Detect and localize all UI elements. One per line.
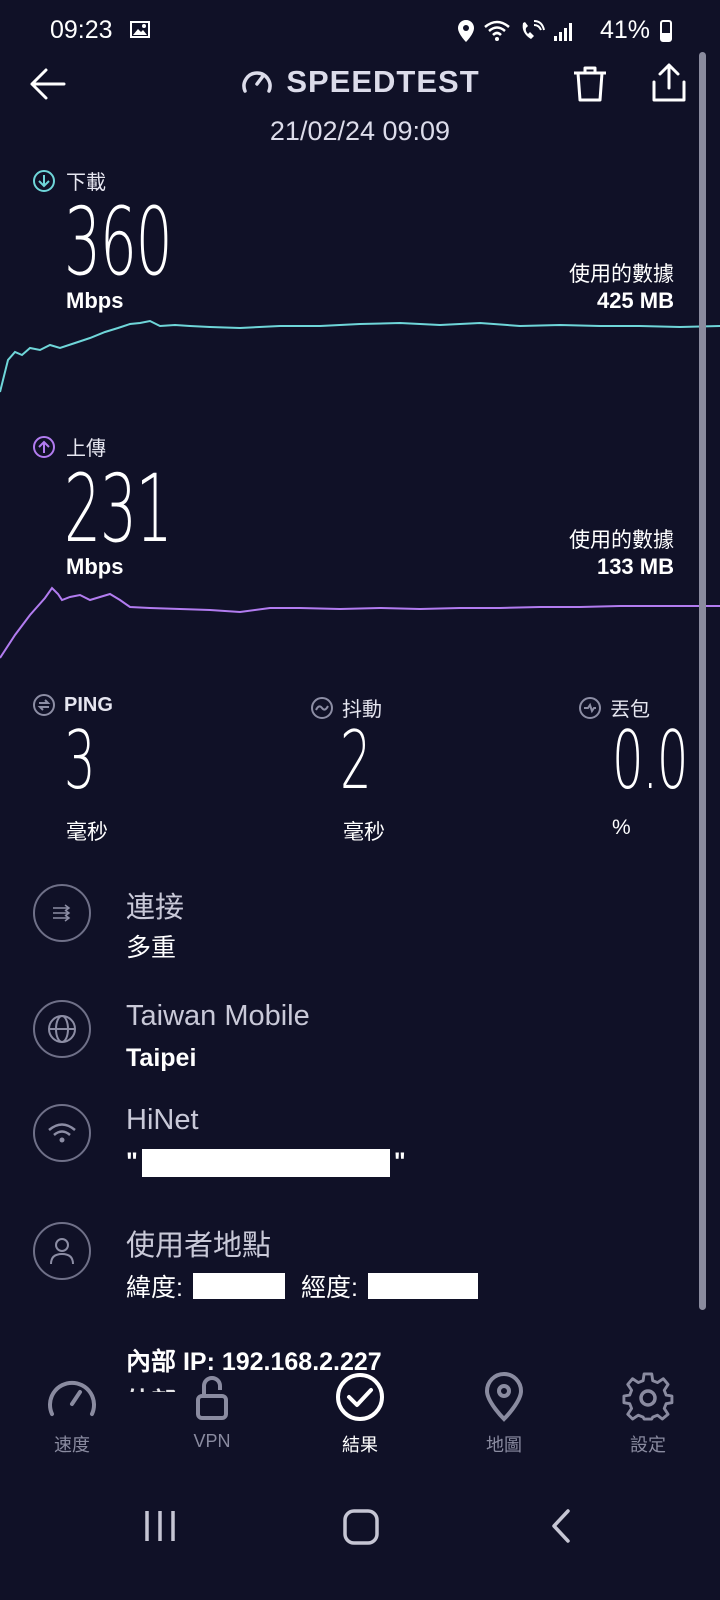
upload-speed-value: 231: [64, 455, 173, 564]
home-button[interactable]: [342, 1508, 380, 1546]
nav-speed[interactable]: 速度: [12, 1372, 132, 1457]
nav-speed-label: 速度: [54, 1435, 90, 1455]
jitter-unit: 毫秒: [343, 821, 385, 844]
download-arrow-icon: [33, 169, 55, 192]
wifi-calling-icon: [522, 20, 545, 39]
packet-loss-icon: [579, 696, 601, 719]
download-graph: [0, 319, 720, 393]
battery-percent: 41%: [599, 16, 650, 44]
wifi-icon: [33, 1104, 91, 1162]
speedtest-logo-icon: [242, 71, 273, 93]
upload-data-label: 使用的數據: [569, 529, 674, 552]
test-datetime: 21/02/24 09:09: [269, 116, 451, 146]
jitter-value: 2: [340, 714, 372, 807]
upload-data-value: 133 MB: [596, 554, 674, 579]
system-back-button[interactable]: [548, 1508, 574, 1544]
ping-icon: [33, 694, 55, 716]
globe-icon[interactable]: [33, 1000, 91, 1058]
loss-value: 0.0: [612, 714, 688, 807]
download-data-label: 使用的數據: [569, 263, 674, 286]
nav-vpn-label: VPN: [193, 1431, 231, 1451]
location-icon: [458, 20, 474, 42]
check-circle-icon: [336, 1373, 384, 1421]
wifi-signal-icon: [484, 20, 510, 41]
app-title: SPEEDTEST: [0, 64, 720, 107]
user-coordinates: 緯度: 經度:: [126, 1268, 478, 1304]
share-button[interactable]: [648, 62, 690, 104]
lock-icon: [196, 1376, 228, 1420]
user-location-title: 使用者地點: [126, 1230, 272, 1262]
connections-icon: [33, 884, 91, 942]
nav-map-label: 地圖: [486, 1435, 522, 1455]
server-location: Taipei: [126, 1044, 197, 1072]
user-icon: [33, 1222, 91, 1280]
ssid-redacted: [141, 1148, 390, 1177]
connection-value: 多重: [126, 934, 177, 962]
longitude-redacted: [367, 1273, 478, 1299]
upload-graph: [0, 586, 720, 659]
nav-map[interactable]: 地圖: [444, 1372, 564, 1457]
nav-settings[interactable]: 設定: [588, 1372, 708, 1457]
delete-button[interactable]: [570, 64, 610, 104]
ping-value: 3: [64, 714, 96, 807]
download-speed-value: 360: [64, 188, 173, 297]
upload-unit: Mbps: [66, 554, 124, 579]
battery-icon: [660, 20, 672, 42]
jitter-icon: [311, 696, 333, 719]
nav-vpn[interactable]: VPN: [152, 1372, 272, 1452]
nav-settings-label: 設定: [630, 1435, 666, 1455]
loss-unit: %: [612, 816, 631, 839]
cell-signal-icon: [554, 23, 572, 41]
ping-unit: 毫秒: [66, 821, 108, 844]
gallery-icon: [130, 21, 150, 38]
connection-title: 連接: [126, 892, 185, 924]
status-time: 09:23: [50, 16, 113, 44]
map-pin-icon: [484, 1372, 524, 1422]
recent-apps-button[interactable]: [142, 1508, 178, 1544]
upload-arrow-icon: [33, 435, 55, 458]
network-name: HiNet: [126, 1104, 199, 1136]
nav-results-label: 結果: [342, 1435, 378, 1455]
nav-results[interactable]: 結果: [300, 1372, 420, 1457]
speedometer-icon: [48, 1380, 96, 1416]
network-ssid: " ": [126, 1148, 406, 1177]
latitude-redacted: [192, 1273, 285, 1299]
provider-name: Taiwan Mobile: [126, 1000, 310, 1032]
gear-icon: [622, 1372, 674, 1421]
status-icons: [457, 18, 575, 44]
scrollbar[interactable]: [699, 52, 706, 1310]
